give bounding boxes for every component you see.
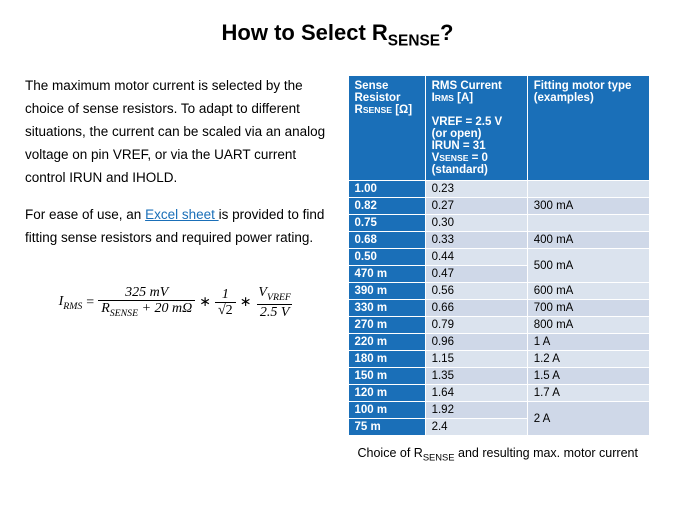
table-row: 180 m1.151.2 A — [348, 351, 650, 368]
cell-rsense: 220 m — [348, 334, 425, 351]
cell-irms: 1.64 — [425, 385, 527, 402]
cell-irms: 0.79 — [425, 317, 527, 334]
cell-rsense: 390 m — [348, 283, 425, 300]
cell-motor: 400 mA — [527, 232, 649, 249]
table-row: 0.680.33400 mA — [348, 232, 650, 249]
cell-irms: 0.44 — [425, 249, 527, 266]
table-row: 0.820.27300 mA — [348, 198, 650, 215]
title-suffix: ? — [440, 20, 453, 45]
formula: IRMS = 325 mV RSENSE + 20 mΩ ∗ 1 √2 ∗ VV… — [25, 285, 328, 320]
intro-paragraph-1: The maximum motor current is selected by… — [25, 75, 328, 190]
page-title: How to Select RSENSE? — [25, 20, 650, 50]
cell-irms: 0.96 — [425, 334, 527, 351]
table-row: 330 m0.66700 mA — [348, 300, 650, 317]
cell-rsense: 150 m — [348, 368, 425, 385]
cell-motor: 1.2 A — [527, 351, 649, 368]
formula-frac1: 325 mV RSENSE + 20 mΩ — [98, 285, 195, 320]
cell-motor: 700 mA — [527, 300, 649, 317]
title-prefix: How to Select R — [222, 20, 388, 45]
cell-rsense: 470 m — [348, 266, 425, 283]
cell-irms: 1.92 — [425, 402, 527, 419]
cell-irms: 0.47 — [425, 266, 527, 283]
cell-rsense: 0.75 — [348, 215, 425, 232]
cell-irms: 1.35 — [425, 368, 527, 385]
cell-motor: 500 mA — [527, 249, 649, 283]
table-caption: Choice of RSENSE and resulting max. moto… — [348, 446, 651, 463]
right-column: Sense Resistor RSENSE [Ω] RMS Current IR… — [348, 75, 651, 463]
table-row: 270 m0.79800 mA — [348, 317, 650, 334]
cell-rsense: 180 m — [348, 351, 425, 368]
table-row: 100 m1.922 A — [348, 402, 650, 419]
col-header-irms: RMS Current IRMS [A] VREF = 2.5 V (or op… — [425, 76, 527, 181]
cell-rsense: 120 m — [348, 385, 425, 402]
cell-rsense: 330 m — [348, 300, 425, 317]
table-row: 0.500.44500 mA — [348, 249, 650, 266]
table-row: 0.750.30 — [348, 215, 650, 232]
excel-sheet-link[interactable]: Excel sheet — [145, 207, 219, 222]
formula-frac2: 1 √2 — [215, 287, 236, 319]
cell-irms: 0.27 — [425, 198, 527, 215]
rsense-table: Sense Resistor RSENSE [Ω] RMS Current IR… — [348, 75, 651, 436]
cell-motor — [527, 181, 649, 198]
formula-eq: = — [86, 291, 94, 315]
cell-irms: 0.23 — [425, 181, 527, 198]
cell-rsense: 0.82 — [348, 198, 425, 215]
table-row: 150 m1.351.5 A — [348, 368, 650, 385]
cell-rsense: 270 m — [348, 317, 425, 334]
cell-rsense: 1.00 — [348, 181, 425, 198]
cell-irms: 0.30 — [425, 215, 527, 232]
cell-motor: 2 A — [527, 402, 649, 436]
cell-motor: 800 mA — [527, 317, 649, 334]
cell-irms: 1.15 — [425, 351, 527, 368]
formula-frac3: VVREF 2.5 V — [255, 285, 294, 320]
formula-mult1: ∗ — [199, 291, 211, 315]
cell-irms: 0.33 — [425, 232, 527, 249]
table-row: 1.000.23 — [348, 181, 650, 198]
cell-irms: 2.4 — [425, 419, 527, 436]
col-header-motor: Fitting motor type (examples) — [527, 76, 649, 181]
cell-motor: 1.7 A — [527, 385, 649, 402]
cell-rsense: 0.68 — [348, 232, 425, 249]
cell-rsense: 0.50 — [348, 249, 425, 266]
table-row: 390 m0.56600 mA — [348, 283, 650, 300]
cell-rsense: 75 m — [348, 419, 425, 436]
cell-motor: 1.5 A — [527, 368, 649, 385]
table-row: 120 m1.641.7 A — [348, 385, 650, 402]
col-header-rsense: Sense Resistor RSENSE [Ω] — [348, 76, 425, 181]
cell-motor: 1 A — [527, 334, 649, 351]
cell-rsense: 100 m — [348, 402, 425, 419]
cell-motor: 600 mA — [527, 283, 649, 300]
cell-irms: 0.66 — [425, 300, 527, 317]
cell-irms: 0.56 — [425, 283, 527, 300]
intro2-a: For ease of use, an — [25, 207, 145, 222]
title-subscript: SENSE — [388, 32, 440, 49]
cell-motor: 300 mA — [527, 198, 649, 215]
formula-mult2: ∗ — [240, 291, 252, 315]
left-column: The maximum motor current is selected by… — [25, 75, 328, 463]
cell-motor — [527, 215, 649, 232]
formula-lhs: IRMS — [59, 290, 83, 315]
main-layout: The maximum motor current is selected by… — [25, 75, 650, 463]
intro-paragraph-2: For ease of use, an Excel sheet is provi… — [25, 204, 328, 250]
table-row: 220 m0.961 A — [348, 334, 650, 351]
